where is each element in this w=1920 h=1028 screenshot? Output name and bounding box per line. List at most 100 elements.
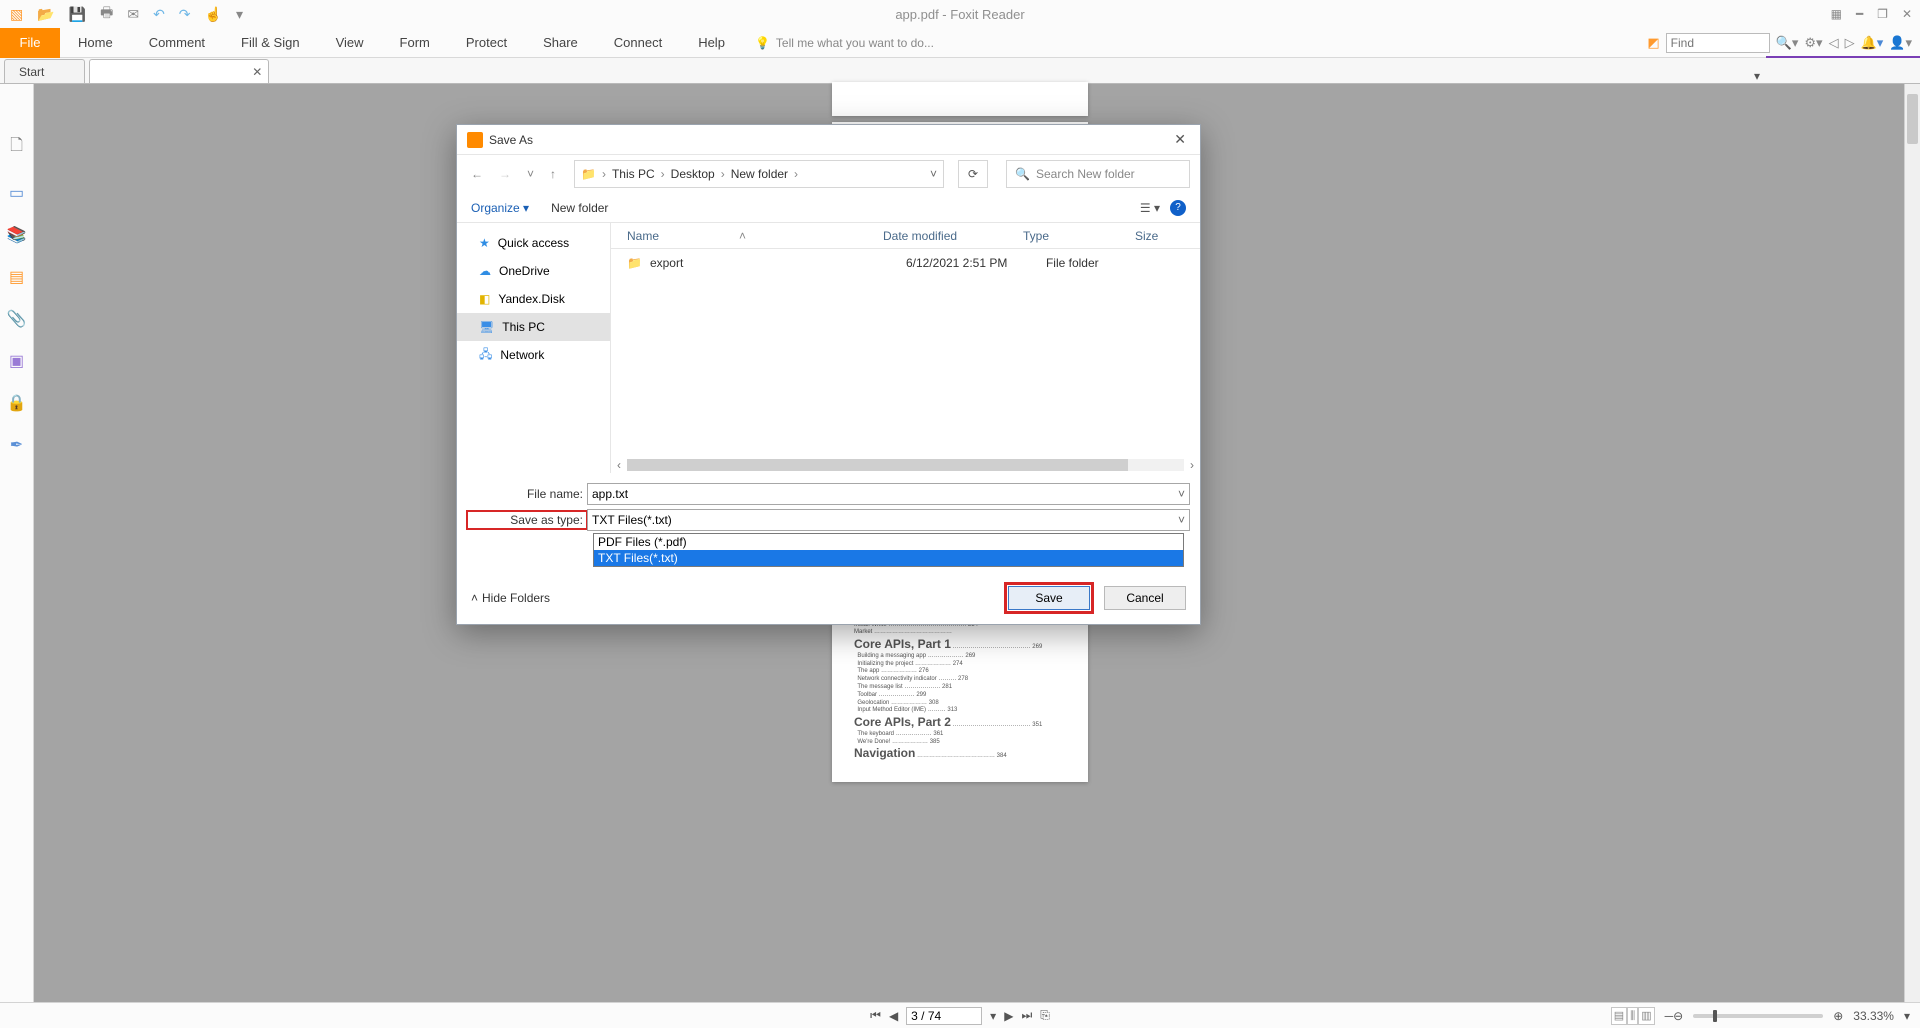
restore-icon[interactable]: ❐ <box>1877 7 1888 21</box>
col-size[interactable]: Size <box>1135 229 1166 243</box>
undo-icon[interactable]: ↶ <box>153 6 165 23</box>
attachments-icon[interactable]: 📎 <box>7 309 27 329</box>
chevron-down-icon[interactable]: ˅ <box>1178 487 1185 501</box>
breadcrumb-desktop[interactable]: Desktop <box>671 167 715 181</box>
next-find-icon[interactable]: ▷ <box>1845 35 1855 51</box>
horizontal-scrollbar[interactable]: ‹ › <box>611 457 1200 473</box>
file-tab[interactable]: File <box>0 28 60 58</box>
save-button[interactable]: Save <box>1008 586 1090 610</box>
breadcrumb-newfolder[interactable]: New folder <box>731 167 788 181</box>
page-dropdown-icon[interactable]: ▾ <box>990 1009 996 1023</box>
menu-form[interactable]: Form <box>382 28 448 58</box>
zoom-out-icon[interactable]: ─⊖ <box>1665 1009 1684 1023</box>
nav-back-icon[interactable]: ← <box>467 165 487 183</box>
qat-dropdown-icon[interactable]: ▾ <box>236 6 243 23</box>
first-page-icon[interactable]: ⏮ <box>870 1008 881 1023</box>
menu-home[interactable]: Home <box>60 28 131 58</box>
nav-recent-icon[interactable]: ˅ <box>523 165 538 183</box>
prev-find-icon[interactable]: ◁ <box>1829 35 1839 51</box>
scroll-left-icon[interactable]: ‹ <box>611 458 627 472</box>
email-icon[interactable]: ✉ <box>127 6 139 23</box>
breadcrumb-thispc[interactable]: This PC <box>612 167 655 181</box>
chevron-right-icon[interactable]: › <box>794 167 798 181</box>
dialog-close-icon[interactable]: ✕ <box>1170 131 1190 148</box>
comments-icon[interactable]: ▤ <box>9 267 24 287</box>
savetype-option-txt[interactable]: TXT Files(*.txt) <box>594 550 1183 566</box>
list-item[interactable]: 📁 export 6/12/2021 2:51 PM File folder <box>611 249 1200 277</box>
file-list: Name˄ Date modified Type Size 📁 export 6… <box>611 223 1200 473</box>
savetype-select[interactable]: TXT Files(*.txt) ˅ <box>587 509 1190 531</box>
tabs-overflow-icon[interactable]: ▾ <box>1754 69 1760 83</box>
redo-icon[interactable]: ↷ <box>179 6 191 23</box>
organize-menu[interactable]: Organize ▾ <box>471 201 529 215</box>
user-icon[interactable]: 👤▾ <box>1889 35 1912 51</box>
quick-access-toolbar: ▧ 📂 💾 🖶 ✉ ↶ ↷ ☝ ▾ <box>0 2 243 26</box>
zoom-slider[interactable] <box>1693 1014 1823 1018</box>
vertical-scrollbar[interactable] <box>1904 84 1920 1002</box>
nav-onedrive[interactable]: ☁OneDrive <box>457 257 610 285</box>
nav-thispc[interactable]: 🖥This PC <box>457 313 610 341</box>
menu-view[interactable]: View <box>318 28 382 58</box>
help-icon[interactable]: ? <box>1170 200 1186 216</box>
security-icon[interactable]: 🔒 <box>7 393 27 413</box>
nav-yandex[interactable]: ◧Yandex.Disk <box>457 285 610 313</box>
zoom-in-icon[interactable]: ⊕ <box>1833 1009 1843 1023</box>
goto-icon[interactable]: ⎘ <box>1040 1008 1050 1023</box>
tab-document[interactable]: ✕ <box>89 59 269 83</box>
chevron-right-icon[interactable]: › <box>661 167 665 181</box>
open-icon[interactable]: 📂 <box>37 6 54 23</box>
cancel-button[interactable]: Cancel <box>1104 586 1186 610</box>
folder-search-input[interactable]: 🔍 Search New folder <box>1006 160 1190 188</box>
new-folder-button[interactable]: New folder <box>551 201 608 215</box>
view-options-icon[interactable]: ☰ ▾ <box>1140 201 1160 215</box>
hide-folders-toggle[interactable]: ˄ Hide Folders <box>471 591 550 605</box>
bookmarks-icon[interactable]: 🗋 <box>10 134 23 161</box>
fields-icon[interactable]: ▣ <box>9 351 24 371</box>
prev-page-icon[interactable]: ◀ <box>889 1009 898 1023</box>
menu-share[interactable]: Share <box>525 28 596 58</box>
breadcrumb-dropdown-icon[interactable]: ˅ <box>930 167 937 181</box>
layers-icon[interactable]: 📚 <box>7 225 27 245</box>
highlight-icon[interactable]: ◩ <box>1647 35 1659 51</box>
signatures-icon[interactable]: ✒ <box>10 435 23 455</box>
pages-icon[interactable]: ▭ <box>9 183 24 203</box>
chevron-right-icon[interactable]: › <box>602 167 606 181</box>
save-icon[interactable]: 💾 <box>69 6 86 23</box>
zoom-dropdown-icon[interactable]: ▾ <box>1904 1009 1910 1023</box>
menu-comment[interactable]: Comment <box>131 28 223 58</box>
scroll-right-icon[interactable]: › <box>1184 458 1200 472</box>
find-options-icon[interactable]: 🔍▾ <box>1776 35 1799 51</box>
nav-up-icon[interactable]: ↑ <box>546 165 560 183</box>
nav-quickaccess[interactable]: ★Quick access <box>457 229 610 257</box>
nav-network[interactable]: 🖧Network <box>457 341 610 369</box>
col-date[interactable]: Date modified <box>883 229 1023 243</box>
page-input[interactable] <box>906 1007 982 1025</box>
menu-help[interactable]: Help <box>680 28 743 58</box>
next-page-icon[interactable]: ▶ <box>1004 1009 1013 1023</box>
menu-fillsign[interactable]: Fill & Sign <box>223 28 318 58</box>
view-modes[interactable]: ▤⫼▥ <box>1611 1008 1655 1023</box>
tellme-search[interactable]: 💡 Tell me what you want to do... <box>755 36 934 50</box>
gear-icon[interactable]: ⚙▾ <box>1804 35 1822 51</box>
menu-protect[interactable]: Protect <box>448 28 525 58</box>
filename-input[interactable]: app.txt ˅ <box>587 483 1190 505</box>
chevron-right-icon[interactable]: › <box>721 167 725 181</box>
col-type[interactable]: Type <box>1023 229 1135 243</box>
bell-icon[interactable]: 🔔▾ <box>1861 35 1884 51</box>
ribbon-mode-icon[interactable]: ▦ <box>1831 7 1842 21</box>
col-name[interactable]: Name˄ <box>627 229 883 243</box>
hand-icon[interactable]: ☝ <box>205 6 222 23</box>
print-icon[interactable]: 🖶 <box>100 2 113 26</box>
savetype-option-pdf[interactable]: PDF Files (*.pdf) <box>594 534 1183 550</box>
last-page-icon[interactable]: ⏭ <box>1021 1008 1032 1023</box>
new-icon[interactable]: ▧ <box>10 6 23 23</box>
tab-close-icon[interactable]: ✕ <box>252 65 262 79</box>
refresh-icon[interactable]: ⟳ <box>958 160 988 188</box>
close-icon[interactable]: ✕ <box>1902 7 1912 21</box>
chevron-down-icon[interactable]: ˅ <box>1178 513 1185 527</box>
find-input[interactable] <box>1666 33 1770 53</box>
breadcrumb[interactable]: 📁 › This PC › Desktop › New folder › ˅ <box>574 160 944 188</box>
menu-connect[interactable]: Connect <box>596 28 680 58</box>
tab-start[interactable]: Start <box>4 59 85 83</box>
minimize-icon[interactable]: ━ <box>1856 7 1863 21</box>
